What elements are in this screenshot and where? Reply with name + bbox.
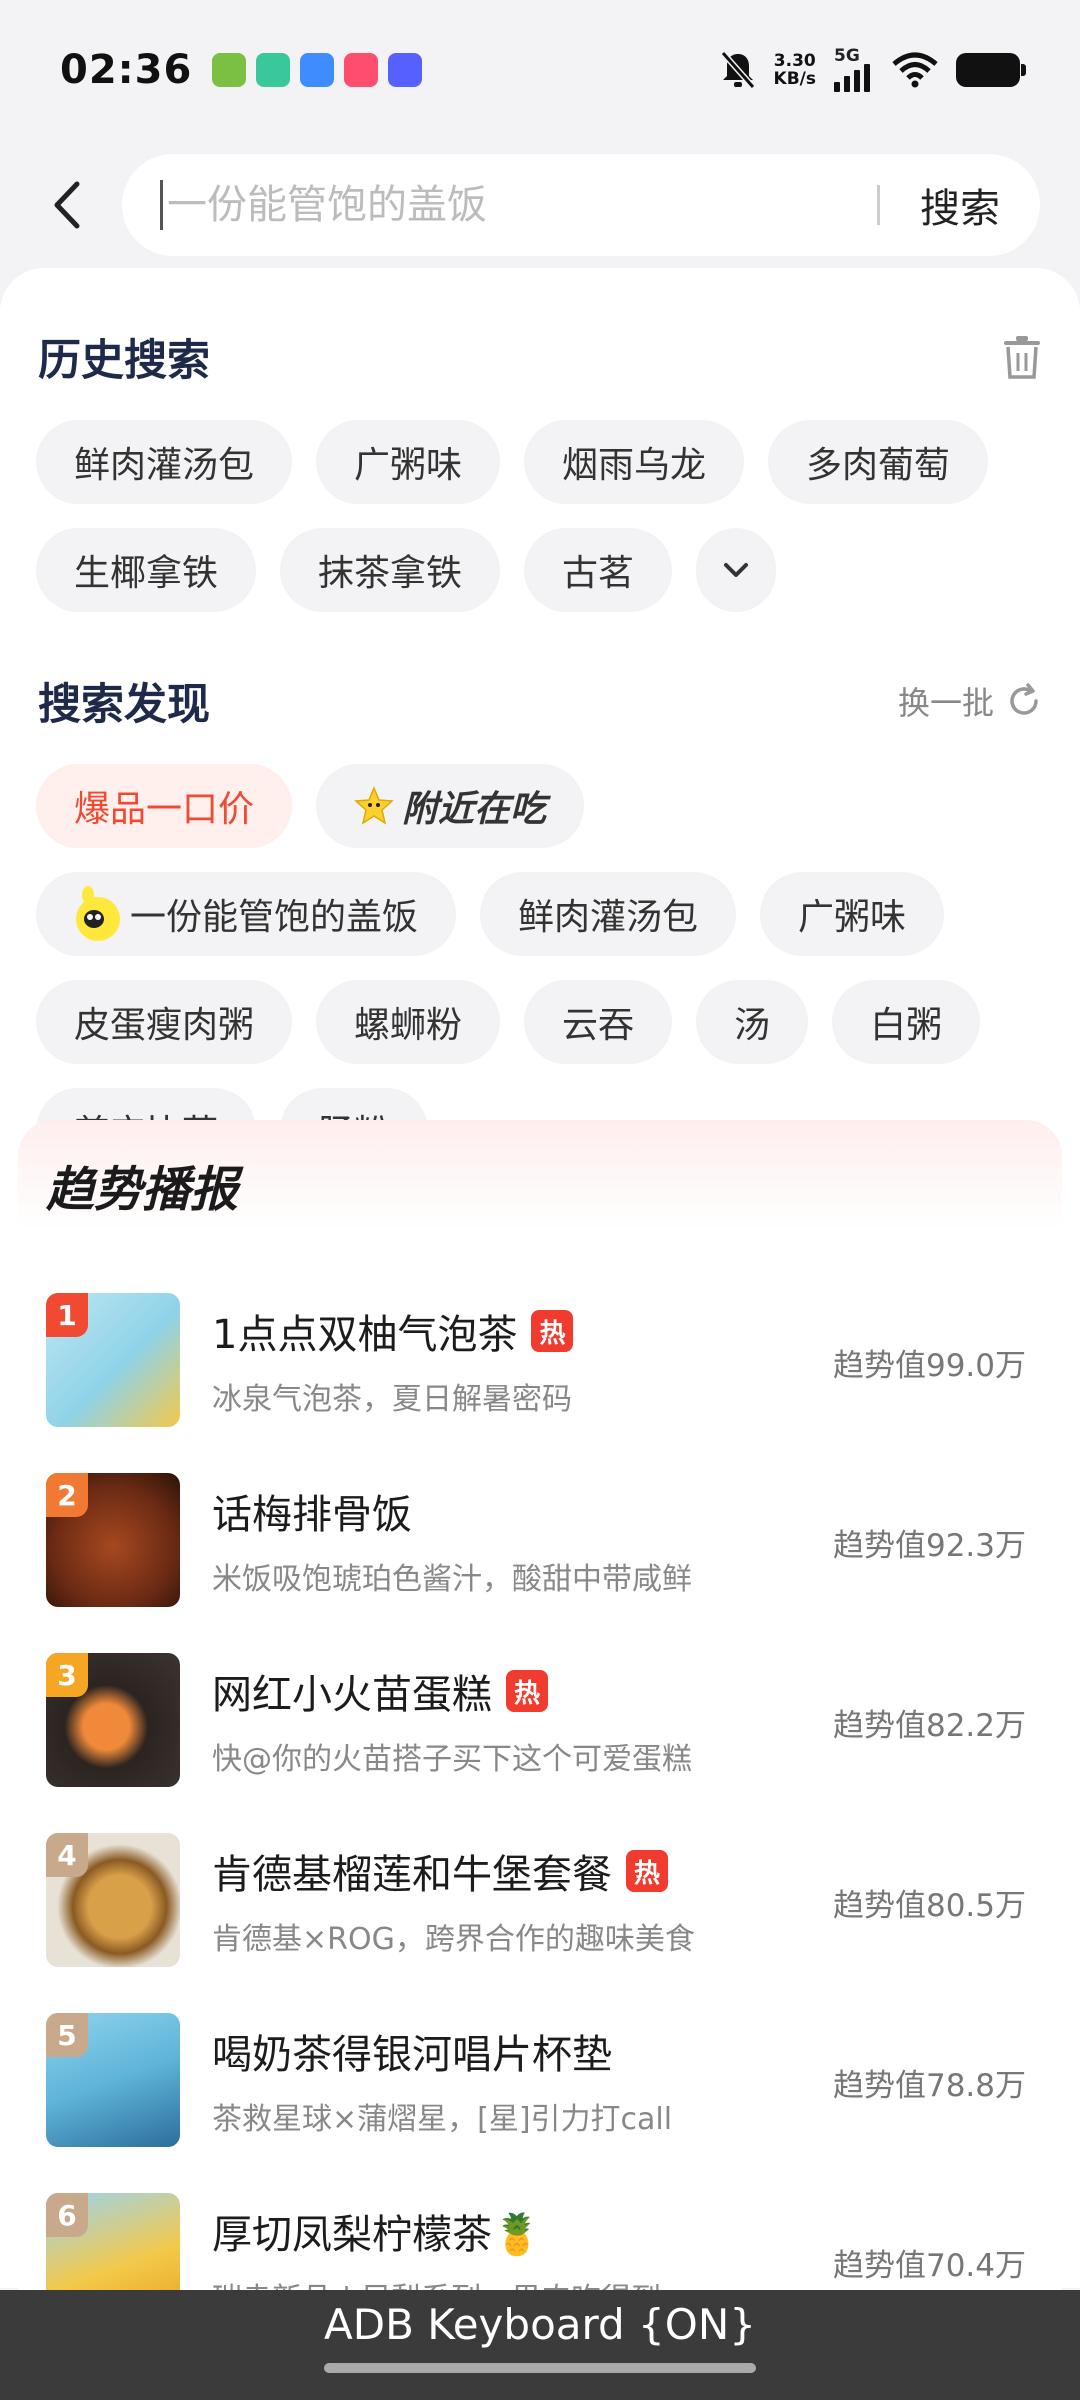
trend-item[interactable]: 1 1点点双柚气泡茶 热 冰泉气泡茶，夏日解暑密码 趋势值99.0万: [46, 1270, 1036, 1450]
net-speed-value: 3.30: [773, 51, 816, 71]
back-button[interactable]: [40, 169, 92, 241]
discover-chip-hot-deal[interactable]: 爆品一口价: [36, 764, 293, 848]
trend-item-title: 喝奶茶得银河唱片杯垫: [212, 2032, 612, 2078]
trend-thumbnail: 4: [46, 1833, 180, 1967]
discover-title: 搜索发现: [38, 680, 210, 730]
discover-chip[interactable]: 云吞: [524, 980, 673, 1064]
refresh-icon: [1010, 683, 1038, 715]
trend-item-title: 肯德基榴莲和牛堡套餐: [212, 1852, 612, 1898]
discover-chip-label: 一份能管饱的盖饭: [130, 897, 419, 938]
signal-indicator: 5G: [834, 48, 874, 92]
discover-chip[interactable]: 一份能管饱的盖饭: [36, 872, 457, 956]
network-speed: 3.30 KB/s: [774, 52, 816, 88]
wifi-icon: [892, 52, 938, 88]
trend-thumbnail: 1: [46, 1293, 180, 1427]
trend-score: 趋势值99.0万: [832, 1348, 1026, 1384]
history-chip[interactable]: 广粥味: [316, 420, 501, 504]
search-box: 搜索: [122, 154, 1040, 256]
keyboard-status: ADB Keyboard {ON}: [324, 2300, 756, 2349]
trash-icon: [1004, 336, 1040, 379]
search-header: 搜索: [0, 140, 1080, 270]
trend-thumbnail: 2: [46, 1473, 180, 1607]
text-caret: [160, 180, 163, 230]
history-title: 历史搜索: [38, 336, 210, 386]
battery-icon: [956, 53, 1026, 87]
rank-badge: 3: [46, 1653, 88, 1697]
trend-thumbnail: 3: [46, 1653, 180, 1787]
trend-item-title: 话梅排骨饭: [212, 1492, 412, 1538]
history-header: 历史搜索: [38, 326, 1042, 388]
trend-item[interactable]: 2 话梅排骨饭 米饭吸饱琥珀色酱汁，酸甜中带咸鲜 趋势值92.3万: [46, 1450, 1036, 1630]
app-notification-icon: [300, 53, 335, 87]
history-chip[interactable]: 生椰拿铁: [36, 528, 257, 612]
discover-header: 搜索发现 换一批: [38, 670, 1042, 732]
rank-badge: 2: [46, 1473, 88, 1517]
trend-score: 趋势值80.5万: [832, 1888, 1026, 1924]
app-notification-icon: [256, 53, 291, 87]
rank-badge: 5: [46, 2013, 88, 2057]
trend-item-title: 1点点双柚气泡茶: [212, 1312, 518, 1358]
trend-item[interactable]: 5 喝奶茶得银河唱片杯垫 茶救星球×蒲熠星，[星]引力打call 趋势值78.8…: [46, 1990, 1036, 2170]
trend-title: 趋势播报: [46, 1162, 239, 1218]
net-speed-unit: KB/s: [773, 69, 816, 89]
trend-score: 趋势值78.8万: [832, 2068, 1026, 2104]
rank-badge: 6: [46, 2193, 88, 2237]
discover-chip[interactable]: 白粥: [832, 980, 981, 1064]
network-type: 5G: [834, 46, 860, 66]
history-chips: 鲜肉灌汤包 广粥味 烟雨乌龙 多肉葡萄 生椰拿铁 抹茶拿铁 古茗: [36, 420, 1044, 636]
keyboard-indicator-bar: ADB Keyboard {ON}: [0, 2290, 1080, 2400]
notification-icons: [212, 53, 423, 87]
trend-section: 趋势播报 1 1点点双柚气泡茶 热 冰泉气泡茶，夏日解暑密码 趋势值99.0万 …: [18, 1120, 1062, 2327]
history-chip[interactable]: 抹茶拿铁: [280, 528, 501, 612]
history-chip[interactable]: 鲜肉灌汤包: [36, 420, 293, 504]
discover-chip[interactable]: 鲜肉灌汤包: [480, 872, 737, 956]
discover-chip[interactable]: 广粥味: [760, 872, 945, 956]
app-notification-icon: [344, 53, 379, 87]
discover-chip-nearby[interactable]: 附近在吃: [316, 764, 585, 848]
star-mascot-icon: [354, 786, 394, 825]
discover-chip[interactable]: 汤: [696, 980, 809, 1064]
status-bar: 02:36 3.30 KB/s 5G: [0, 0, 1080, 140]
history-chip[interactable]: 烟雨乌龙: [524, 420, 745, 504]
trend-item[interactable]: 3 网红小火苗蛋糕 热 快@你的火苗搭子买下这个可爱蛋糕 趋势值82.2万: [46, 1630, 1036, 1810]
trend-score: 趋势值82.2万: [832, 1708, 1026, 1744]
search-button[interactable]: 搜索: [920, 176, 1000, 234]
hot-badge: 热: [626, 1850, 668, 1892]
refresh-label: 换一批: [897, 684, 994, 722]
history-chip[interactable]: 古茗: [524, 528, 673, 612]
chevron-left-icon: [54, 181, 80, 229]
trend-item-title: 厚切凤梨柠檬茶🍍: [212, 2212, 542, 2258]
trend-item[interactable]: 4 肯德基榴莲和牛堡套餐 热 肯德基×ROG，跨界合作的趣味美食 趋势值80.5…: [46, 1810, 1036, 1990]
refresh-button[interactable]: 换一批: [898, 678, 1042, 724]
search-input[interactable]: [167, 182, 857, 228]
mute-icon: [720, 51, 755, 89]
rank-badge: 4: [46, 1833, 88, 1877]
status-time: 02:36: [60, 47, 193, 93]
trend-score: 趋势值92.3万: [832, 1528, 1026, 1564]
search-divider: [877, 185, 880, 225]
trend-item-title: 网红小火苗蛋糕: [212, 1672, 492, 1718]
hot-badge: 热: [506, 1670, 548, 1712]
home-indicator[interactable]: [324, 2363, 756, 2373]
trend-thumbnail: 5: [46, 2013, 180, 2147]
rank-badge: 1: [46, 1293, 88, 1337]
clear-history-button[interactable]: [1002, 335, 1042, 379]
expand-history-button[interactable]: [696, 528, 777, 612]
trend-score: 趋势值70.4万: [832, 2248, 1026, 2284]
app-notification-icon: [388, 53, 423, 87]
status-indicators: 3.30 KB/s 5G: [720, 48, 1026, 92]
discover-chip[interactable]: 螺蛳粉: [316, 980, 501, 1064]
app-notification-icon: [212, 53, 247, 87]
hot-badge: 热: [531, 1310, 574, 1352]
mascot-icon: [76, 886, 120, 941]
chevron-down-icon: [724, 563, 749, 577]
history-chip[interactable]: 多肉葡萄: [768, 420, 989, 504]
discover-chip[interactable]: 皮蛋瘦肉粥: [36, 980, 293, 1064]
nearby-label: 附近在吃: [402, 789, 547, 830]
trend-list: 1 1点点双柚气泡茶 热 冰泉气泡茶，夏日解暑密码 趋势值99.0万 2 话梅排…: [46, 1270, 1036, 2350]
signal-icon: [834, 64, 870, 92]
